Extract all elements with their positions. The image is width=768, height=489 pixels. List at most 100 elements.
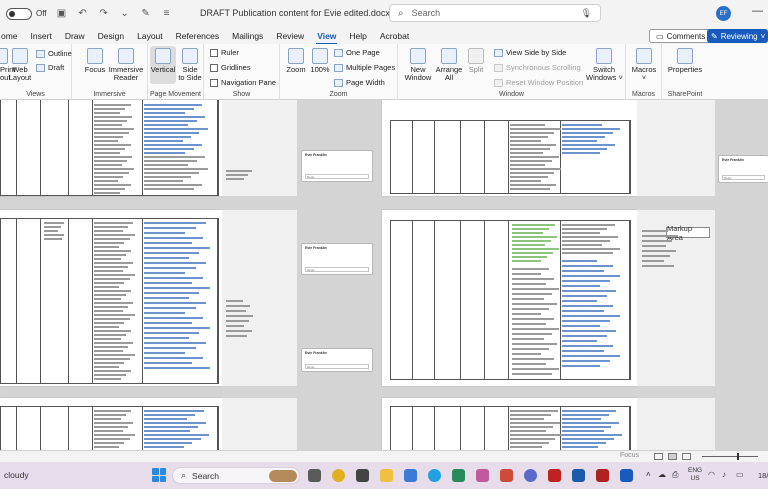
one-page-button[interactable]: One Page bbox=[334, 48, 380, 57]
wifi-icon[interactable]: ◠ bbox=[708, 470, 715, 479]
comment-balloon[interactable]: Evie Franklin Reply bbox=[718, 155, 768, 183]
clock[interactable]: 18/ bbox=[758, 471, 768, 480]
search-box[interactable]: ⌕ Search 🎙 bbox=[389, 4, 601, 22]
autosave-toggle[interactable] bbox=[6, 7, 32, 20]
gridlines-checkbox[interactable]: Gridlines bbox=[210, 63, 251, 72]
app-icon[interactable] bbox=[500, 469, 513, 482]
text-line bbox=[94, 168, 135, 170]
ruler-checkbox-box[interactable] bbox=[210, 48, 218, 57]
print-layout-button[interactable]: Print out bbox=[0, 66, 15, 82]
properties-label: Properties bbox=[667, 65, 703, 74]
taskbar-search[interactable]: ⌕ Search bbox=[172, 467, 300, 484]
focus-mode-button[interactable]: Focus bbox=[620, 452, 639, 459]
navigation-pane-checkbox-box[interactable] bbox=[210, 78, 218, 87]
tab-layout[interactable]: Layout bbox=[136, 31, 164, 41]
outlook-icon[interactable] bbox=[572, 469, 585, 482]
tab-draw[interactable]: Draw bbox=[64, 31, 86, 41]
save-icon[interactable]: ▣ bbox=[56, 8, 68, 19]
switch-windows-button[interactable]: Switch Windows ˅ bbox=[586, 48, 623, 82]
zoom-slider[interactable] bbox=[702, 456, 758, 457]
tab-home[interactable]: ome bbox=[0, 31, 19, 41]
tab-help[interactable]: Help bbox=[348, 31, 367, 41]
markup-area-2[interactable] bbox=[222, 210, 297, 386]
tab-design[interactable]: Design bbox=[97, 31, 125, 41]
immersive-reader-button[interactable]: Immersive Reader bbox=[108, 48, 144, 82]
hundred-percent-button[interactable]: 100% bbox=[308, 48, 332, 74]
draft-button[interactable]: Draft bbox=[36, 63, 64, 72]
tab-insert[interactable]: Insert bbox=[30, 31, 53, 41]
tab-references[interactable]: References bbox=[175, 31, 220, 41]
app-icon[interactable] bbox=[356, 469, 369, 482]
comments-button[interactable]: ▭ Comments bbox=[649, 29, 713, 43]
vertical-button[interactable]: Vertical bbox=[150, 46, 176, 84]
language-indicator[interactable]: ENG US bbox=[688, 467, 702, 483]
app-icon[interactable] bbox=[596, 469, 609, 482]
ruler-checkbox[interactable]: Ruler bbox=[210, 48, 239, 57]
comment-balloon[interactable]: Evie Franklin Reply bbox=[301, 150, 373, 182]
minimize-button[interactable]: — bbox=[752, 5, 763, 17]
properties-button[interactable]: Properties bbox=[664, 48, 706, 74]
focus-button[interactable]: Focus bbox=[82, 48, 108, 74]
page-width-button[interactable]: Page Width bbox=[334, 78, 385, 87]
markup-area-3[interactable] bbox=[222, 398, 297, 450]
start-button[interactable] bbox=[152, 468, 166, 482]
app-icon[interactable] bbox=[476, 469, 489, 482]
tab-review[interactable]: Review bbox=[275, 31, 305, 41]
macros-button[interactable]: Macros ˅ bbox=[630, 48, 658, 82]
edge-icon[interactable] bbox=[428, 469, 441, 482]
cloud-icon[interactable]: ☁ bbox=[658, 470, 666, 479]
multiple-pages-button[interactable]: Multiple Pages bbox=[334, 63, 395, 72]
navigation-pane-checkbox[interactable]: Navigation Pane bbox=[210, 78, 276, 87]
markup-area-6[interactable] bbox=[637, 398, 715, 450]
synchronous-scrolling-button[interactable]: Synchronous Scrolling bbox=[494, 63, 581, 72]
word-icon[interactable] bbox=[620, 469, 633, 482]
reviewing-button[interactable]: ✎ Reviewing ˅ bbox=[707, 29, 768, 43]
view-side-by-side-button[interactable]: View Side by Side bbox=[494, 48, 566, 57]
battery-icon[interactable]: ▭ bbox=[736, 470, 744, 479]
acrobat-icon[interactable] bbox=[548, 469, 561, 482]
comment-reply-field[interactable]: Reply bbox=[305, 364, 369, 369]
print-layout-view-button[interactable] bbox=[668, 453, 677, 460]
side-to-side-button[interactable]: Side to Side bbox=[178, 48, 202, 82]
tab-view[interactable]: View bbox=[316, 31, 338, 45]
read-mode-view-button[interactable] bbox=[654, 453, 663, 460]
zoom-slider-thumb[interactable] bbox=[737, 453, 739, 460]
comment-balloon[interactable]: Evie Franklin Reply bbox=[301, 348, 373, 372]
more-commands-icon[interactable]: ≡ bbox=[161, 8, 173, 19]
chevron-up-icon[interactable]: ˄ bbox=[646, 470, 651, 479]
gridlines-checkbox-box[interactable] bbox=[210, 63, 218, 72]
user-avatar[interactable]: EF bbox=[716, 6, 731, 21]
customize-toolbar-icon[interactable]: ⌄ bbox=[119, 8, 131, 19]
new-window-button[interactable]: New Window bbox=[402, 48, 434, 82]
task-view-icon[interactable] bbox=[308, 469, 321, 482]
read-mode-button[interactable] bbox=[0, 48, 8, 66]
format-painter-icon[interactable]: ✎ bbox=[140, 8, 152, 19]
tab-acrobat[interactable]: Acrobat bbox=[379, 31, 410, 41]
chrome-icon[interactable] bbox=[332, 469, 345, 482]
file-explorer-icon[interactable] bbox=[380, 469, 393, 482]
document-area[interactable]: Evie Franklin Reply Evie Franklin Reply … bbox=[0, 100, 768, 450]
web-layout-view-button[interactable] bbox=[682, 453, 691, 460]
reset-window-position-button[interactable]: Reset Window Position bbox=[494, 78, 583, 87]
store-icon[interactable] bbox=[404, 469, 417, 482]
microphone-icon[interactable]: 🎙 bbox=[581, 8, 592, 19]
undo-icon[interactable]: ↶ bbox=[77, 8, 89, 19]
printer-icon[interactable]: ⎙ bbox=[672, 470, 678, 480]
volume-icon[interactable]: ♪ bbox=[722, 470, 726, 479]
comment-balloon[interactable]: Evie Franklin Reply bbox=[301, 243, 373, 275]
weather-widget[interactable]: cloudy bbox=[4, 470, 29, 480]
markup-area-4[interactable] bbox=[637, 100, 715, 196]
outline-button[interactable]: Outline bbox=[36, 49, 72, 58]
copilot-icon[interactable] bbox=[524, 469, 537, 482]
split-button[interactable]: Split bbox=[464, 48, 488, 74]
app-icon[interactable] bbox=[452, 469, 465, 482]
comment-reply-field[interactable]: Reply bbox=[722, 175, 765, 180]
comment-reply-field[interactable]: Reply bbox=[305, 174, 369, 179]
arrange-all-button[interactable]: Arrange All bbox=[434, 48, 464, 82]
markup-area-1[interactable] bbox=[222, 100, 297, 196]
web-layout-button[interactable]: Web Layout bbox=[8, 48, 32, 82]
redo-icon[interactable]: ↷ bbox=[98, 8, 110, 19]
comment-reply-field[interactable]: Reply bbox=[305, 267, 369, 272]
tab-mailings[interactable]: Mailings bbox=[231, 31, 264, 41]
zoom-button[interactable]: Zoom bbox=[284, 48, 308, 74]
